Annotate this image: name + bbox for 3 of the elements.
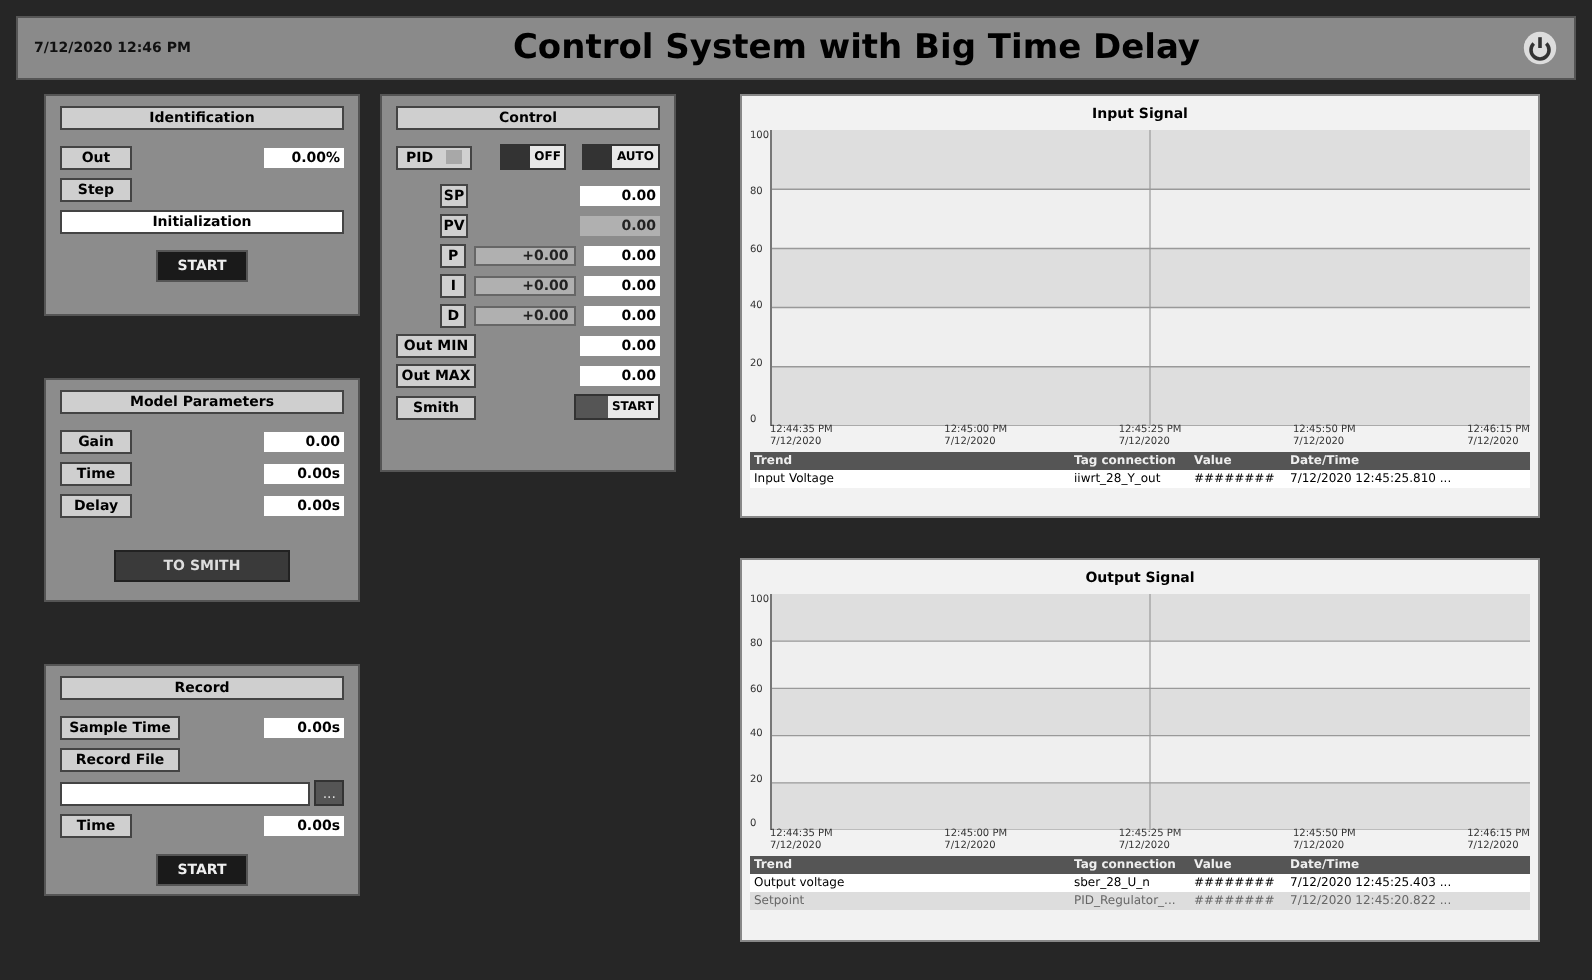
window-title: Control System with Big Time Delay [510, 28, 1203, 68]
file-path-field[interactable] [60, 781, 311, 805]
power-icon[interactable] [1522, 30, 1558, 66]
